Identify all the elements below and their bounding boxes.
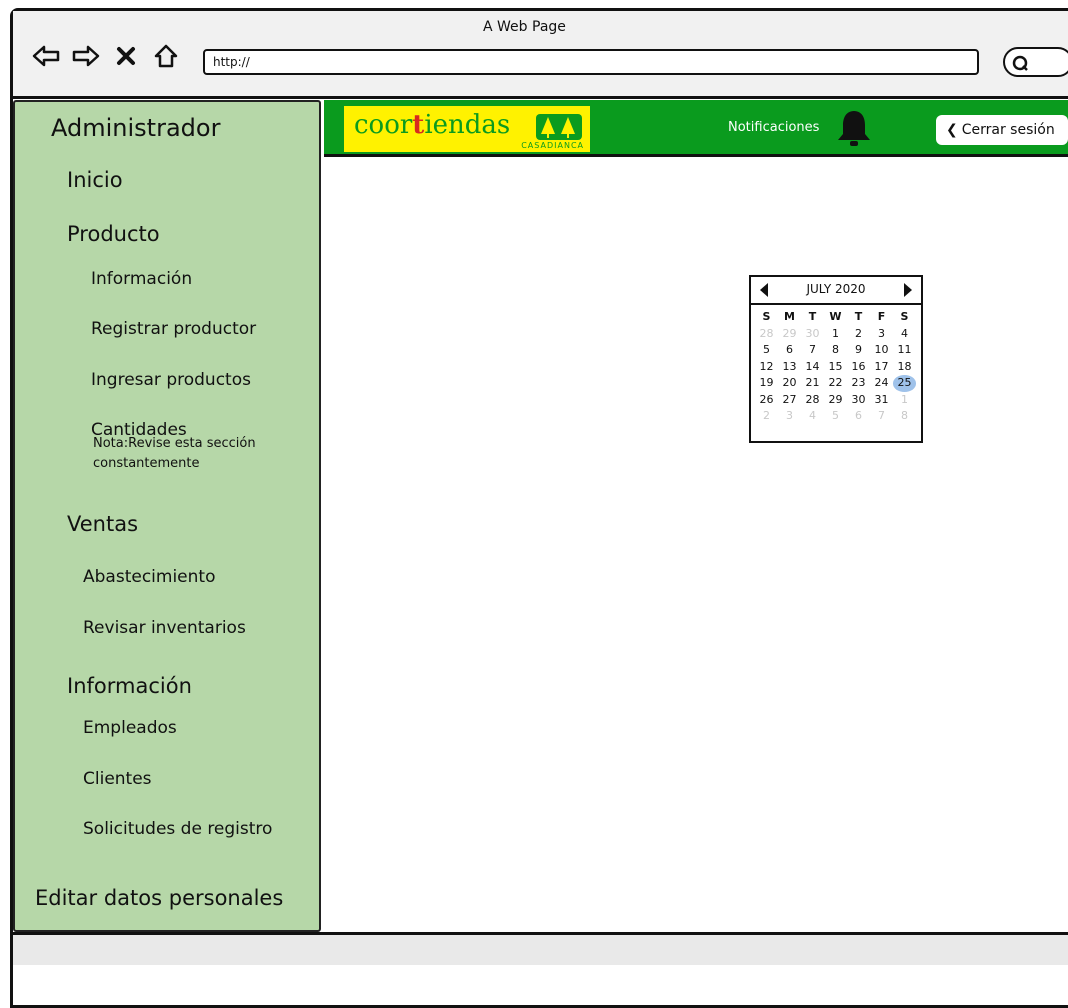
calendar-day[interactable]: 4 [801, 408, 824, 425]
calendar-day[interactable]: 22 [824, 375, 847, 392]
sidebar-title: Administrador [51, 114, 221, 142]
calendar-day[interactable]: 16 [847, 359, 870, 376]
calendar-grid: S M T W T F S 28 29 30 1 2 3 4 5 6 7 8 9 10 11 12 13 14 15 16 17 18… [751, 305, 921, 425]
calendar-day[interactable]: 29 [824, 392, 847, 409]
nav-icons [31, 41, 181, 71]
header-bar: coortiendas CASADIANCA Notificaciones ❮ C… [324, 100, 1068, 157]
url-input[interactable]: http:// [203, 49, 979, 75]
calendar-weekday: F [877, 310, 886, 323]
sidebar-item-abastecimiento[interactable]: Abastecimiento [83, 567, 215, 587]
calendar-header: JULY 2020 [751, 277, 921, 305]
sidebar-item-producto[interactable]: Producto [67, 222, 160, 246]
sidebar-item-inicio[interactable]: Inicio [67, 168, 123, 192]
sidebar-item-empleados[interactable]: Empleados [83, 718, 177, 738]
calendar-weekday: T [808, 310, 817, 323]
calendar-day[interactable]: 2 [847, 326, 870, 343]
calendar-day[interactable]: 28 [801, 392, 824, 409]
sidebar-item-editar-datos[interactable]: Editar datos personales [35, 886, 283, 910]
sidebar-item-ingresar-productos[interactable]: Ingresar productos [91, 370, 251, 390]
sidebar-item-clientes[interactable]: Clientes [83, 769, 152, 789]
sidebar: Administrador Inicio Producto Informació… [13, 100, 321, 932]
calendar-day[interactable]: 30 [847, 392, 870, 409]
calendar-day[interactable]: 19 [755, 375, 778, 392]
calendar-day-selected[interactable]: 25 [893, 375, 916, 392]
calendar-day[interactable]: 3 [778, 408, 801, 425]
caret-right-icon[interactable] [903, 283, 913, 297]
browser-chrome: A Web Page http:// [13, 11, 1068, 99]
calendar-weekday: S [900, 310, 909, 323]
calendar-day[interactable]: 21 [801, 375, 824, 392]
sidebar-item-ventas[interactable]: Ventas [67, 512, 138, 536]
calendar-day[interactable]: 1 [824, 326, 847, 343]
sidebar-item-revisar-inventarios[interactable]: Revisar inventarios [83, 618, 246, 638]
calendar-day[interactable]: 8 [824, 342, 847, 359]
calendar-day[interactable]: 4 [893, 326, 916, 343]
calendar-day[interactable]: 5 [824, 408, 847, 425]
calendar-day[interactable]: 18 [893, 359, 916, 376]
calendar-weekday: M [784, 310, 795, 323]
home-icon[interactable] [151, 41, 181, 71]
calendar-day[interactable]: 26 [755, 392, 778, 409]
arrow-right-icon[interactable] [71, 41, 101, 71]
calendar-weekday: S [762, 310, 771, 323]
search-icon [1012, 55, 1028, 71]
calendar-month: JULY 2020 [806, 282, 866, 296]
calendar-day[interactable]: 28 [755, 326, 778, 343]
sidebar-item-informacion[interactable]: Información [67, 674, 192, 698]
calendar-day[interactable]: 30 [801, 326, 824, 343]
logo-subtitle: CASADIANCA [521, 141, 584, 150]
status-strip [13, 932, 1068, 965]
sidebar-item-informacion-producto[interactable]: Información [91, 269, 192, 289]
search-button[interactable] [1003, 47, 1068, 77]
calendar-weekday: W [829, 310, 842, 323]
arrow-left-icon[interactable] [31, 41, 61, 71]
calendar-day[interactable]: 7 [870, 408, 893, 425]
x-icon[interactable] [111, 41, 141, 71]
calendar-day[interactable]: 27 [778, 392, 801, 409]
calendar-day[interactable]: 11 [893, 342, 916, 359]
sidebar-item-registrar-productor[interactable]: Registrar productor [91, 319, 256, 339]
calendar-day[interactable]: 3 [870, 326, 893, 343]
window-title: A Web Page [483, 19, 566, 35]
calendar-day[interactable]: 8 [893, 408, 916, 425]
calendar-day[interactable]: 31 [870, 392, 893, 409]
calendar-day[interactable]: 6 [847, 408, 870, 425]
calendar-day[interactable]: 12 [755, 359, 778, 376]
calendar-day[interactable]: 6 [778, 342, 801, 359]
chevron-left-icon: ❮ [946, 122, 958, 138]
sidebar-item-solicitudes[interactable]: Solicitudes de registro [83, 819, 272, 839]
calendar-day[interactable]: 29 [778, 326, 801, 343]
calendar-day[interactable]: 14 [801, 359, 824, 376]
notifications-label[interactable]: Notificaciones [728, 120, 819, 135]
calendar-weekday: T [854, 310, 863, 323]
calendar-day[interactable]: 23 [847, 375, 870, 392]
calendar-day[interactable]: 7 [801, 342, 824, 359]
calendar-day[interactable]: 13 [778, 359, 801, 376]
calendar-day[interactable]: 20 [778, 375, 801, 392]
logout-button[interactable]: ❮ Cerrar sesión [936, 115, 1068, 145]
cantidades-note: Nota:Revise esta sección constantemente [93, 436, 256, 471]
calendar-day[interactable]: 24 [870, 375, 893, 392]
calendar-day[interactable]: 9 [847, 342, 870, 359]
calendar-day[interactable]: 2 [755, 408, 778, 425]
bell-icon[interactable] [834, 108, 874, 148]
calendar-day[interactable]: 5 [755, 342, 778, 359]
trees-icon [536, 114, 582, 140]
calendar-day[interactable]: 15 [824, 359, 847, 376]
calendar-day[interactable]: 1 [893, 392, 916, 409]
calendar: JULY 2020 S M T W T F S 28 29 30 1 2 3 4 5 6 7 8 9 10 11 12 13… [749, 275, 923, 443]
calendar-day[interactable]: 10 [870, 342, 893, 359]
logo-text: coortiendas [354, 110, 511, 140]
calendar-day[interactable]: 17 [870, 359, 893, 376]
logo[interactable]: coortiendas CASADIANCA [344, 106, 590, 152]
